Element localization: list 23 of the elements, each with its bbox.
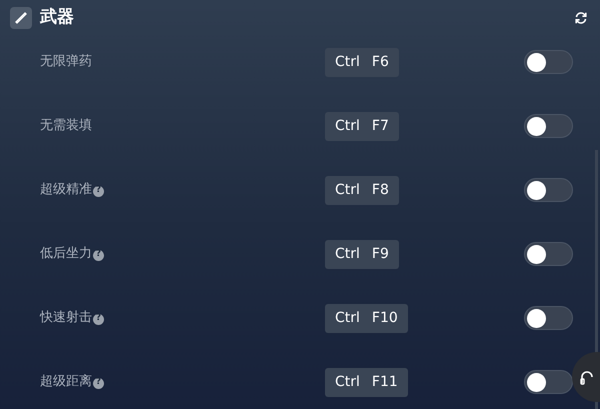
help-icon[interactable]: ? (93, 186, 104, 196)
section-title: 武器 (40, 6, 74, 30)
toggle-switch[interactable] (524, 370, 573, 394)
toggle-switch[interactable] (524, 306, 573, 330)
refresh-icon[interactable] (574, 11, 588, 25)
cheat-label: 无需装填 (40, 118, 92, 134)
hotkey-chip[interactable]: Ctrl F6 (325, 48, 399, 76)
cheat-label: 超级距离 (40, 374, 92, 390)
toggle-switch[interactable] (524, 50, 573, 74)
cheat-label: 低后坐力 (40, 246, 92, 262)
toggle-switch[interactable] (524, 178, 573, 202)
hotkey-chip[interactable]: Ctrl F7 (325, 112, 399, 140)
headphones-icon (580, 369, 594, 385)
cheat-label: 无限弹药 (40, 54, 92, 70)
toggle-switch[interactable] (524, 242, 573, 266)
cheat-label: 超级精准 (40, 182, 92, 198)
hotkey-chip[interactable]: Ctrl F11 (325, 368, 408, 396)
hotkey-chip[interactable]: Ctrl F10 (325, 304, 408, 332)
cheat-label: 快速射击 (40, 310, 92, 326)
hotkey-chip[interactable]: Ctrl F8 (325, 176, 399, 204)
hotkey-chip[interactable]: Ctrl F9 (325, 240, 399, 268)
toggle-switch[interactable] (524, 114, 573, 138)
help-icon[interactable]: ? (93, 378, 104, 388)
